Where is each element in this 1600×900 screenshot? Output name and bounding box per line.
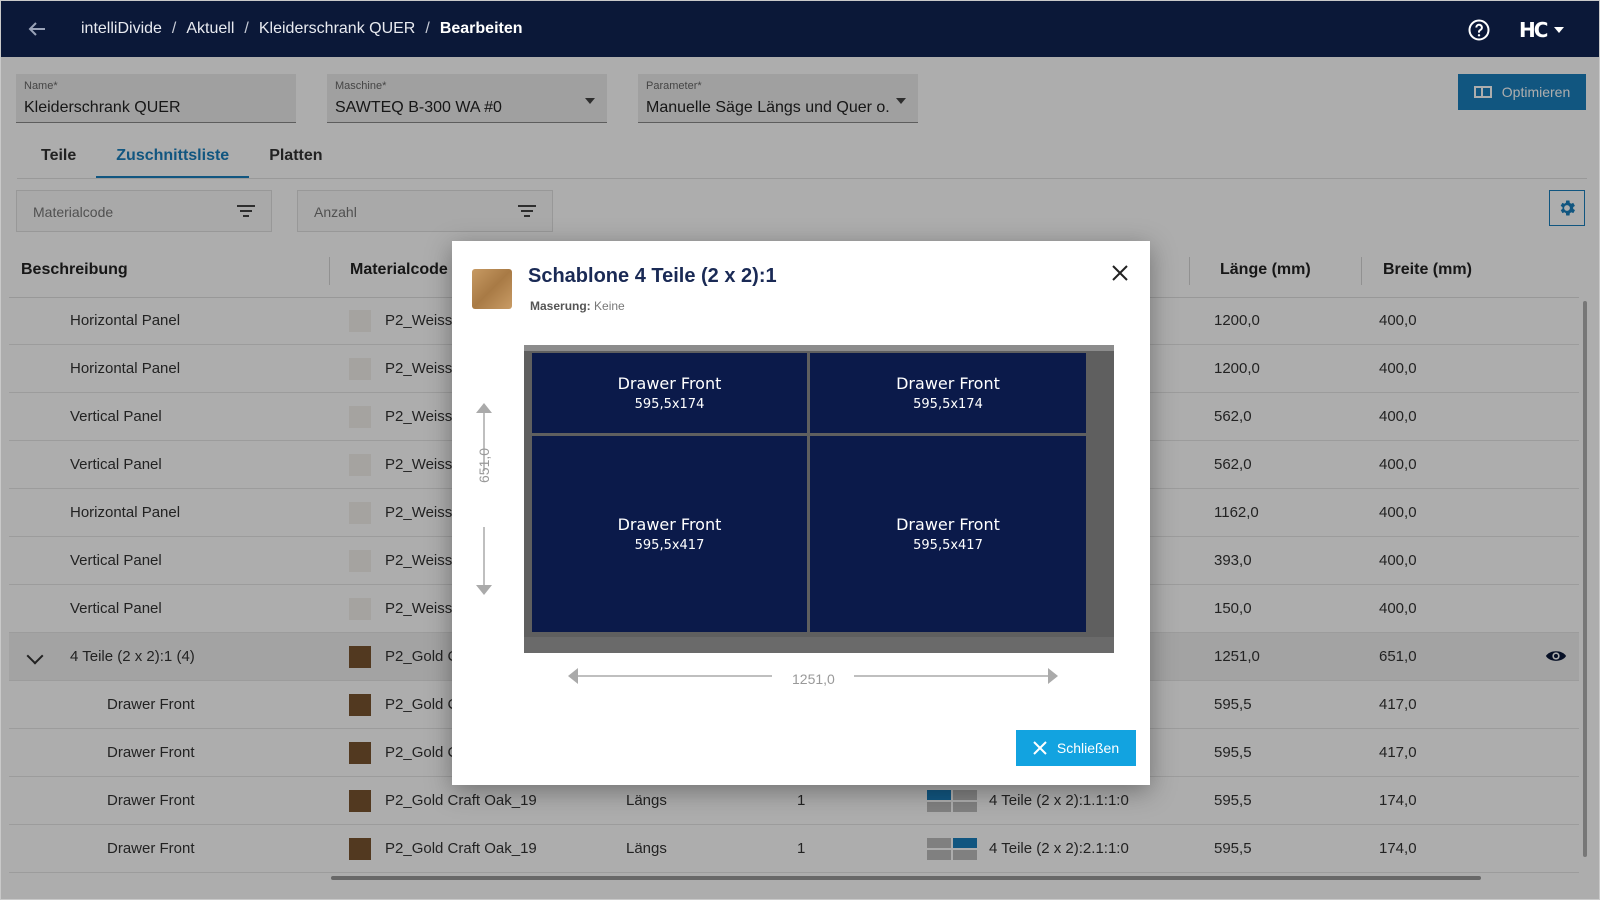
board-bottom-strip bbox=[524, 637, 1114, 653]
height-dimension-arrow bbox=[476, 403, 492, 595]
back-arrow-icon[interactable] bbox=[25, 17, 49, 41]
grain-info: Maserung: Keine bbox=[530, 299, 625, 313]
user-menu[interactable]: HC bbox=[1519, 18, 1565, 42]
breadcrumb-item-current: Bearbeiten bbox=[439, 20, 523, 37]
grain-value: Keine bbox=[594, 299, 625, 313]
chevron-down-icon bbox=[1554, 27, 1565, 33]
breadcrumb-separator: / bbox=[244, 20, 249, 37]
piece-name: Drawer Front bbox=[896, 515, 1000, 534]
help-icon[interactable] bbox=[1467, 18, 1491, 42]
board-top-strip bbox=[524, 345, 1114, 351]
piece-dimensions: 595,5x174 bbox=[913, 397, 983, 412]
height-dimension-label: 651,0 bbox=[476, 447, 492, 483]
breadcrumb-separator: / bbox=[171, 20, 177, 37]
piece-dimensions: 595,5x417 bbox=[634, 538, 705, 553]
user-logo: HC bbox=[1519, 18, 1548, 42]
breadcrumb: intelliDivide / Aktuell / Kleiderschrank… bbox=[81, 1, 523, 57]
template-dialog: Schablone 4 Teile (2 x 2):1 Maserung: Ke… bbox=[452, 241, 1150, 785]
piece-name: Drawer Front bbox=[617, 374, 722, 393]
grain-label: Maserung: bbox=[530, 299, 591, 313]
board-piece[interactable]: Drawer Front 595,5x417 bbox=[810, 436, 1086, 632]
close-button[interactable]: Schließen bbox=[1016, 730, 1136, 766]
piece-dimensions: 595,5x417 bbox=[913, 538, 983, 553]
close-icon[interactable] bbox=[1110, 263, 1130, 283]
close-icon bbox=[1033, 741, 1047, 755]
material-thumbnail bbox=[472, 269, 512, 309]
piece-dimensions: 595,5x174 bbox=[634, 397, 705, 412]
board-piece[interactable]: Drawer Front 595,5x174 bbox=[532, 353, 807, 433]
cutting-board: Drawer Front 595,5x174 Drawer Front 595,… bbox=[524, 345, 1114, 653]
piece-name: Drawer Front bbox=[617, 515, 722, 534]
board-piece[interactable]: Drawer Front 595,5x174 bbox=[810, 353, 1086, 433]
dialog-title: Schablone 4 Teile (2 x 2):1 bbox=[528, 265, 777, 287]
breadcrumb-item-intellidivide[interactable]: intelliDivide bbox=[81, 20, 162, 38]
board-piece[interactable]: Drawer Front 595,5x417 bbox=[532, 436, 807, 632]
close-button-label: Schließen bbox=[1056, 740, 1120, 756]
width-dimension-label: 1251,0 bbox=[792, 671, 835, 687]
piece-name: Drawer Front bbox=[896, 374, 1000, 393]
breadcrumb-separator: / bbox=[425, 20, 430, 37]
top-bar: intelliDivide / Aktuell / Kleiderschrank… bbox=[1, 1, 1599, 57]
breadcrumb-item-project[interactable]: Kleiderschrank QUER bbox=[259, 20, 416, 38]
breadcrumb-item-aktuell[interactable]: Aktuell bbox=[186, 20, 234, 38]
app-window: intelliDivide / Aktuell / Kleiderschrank… bbox=[0, 0, 1600, 900]
